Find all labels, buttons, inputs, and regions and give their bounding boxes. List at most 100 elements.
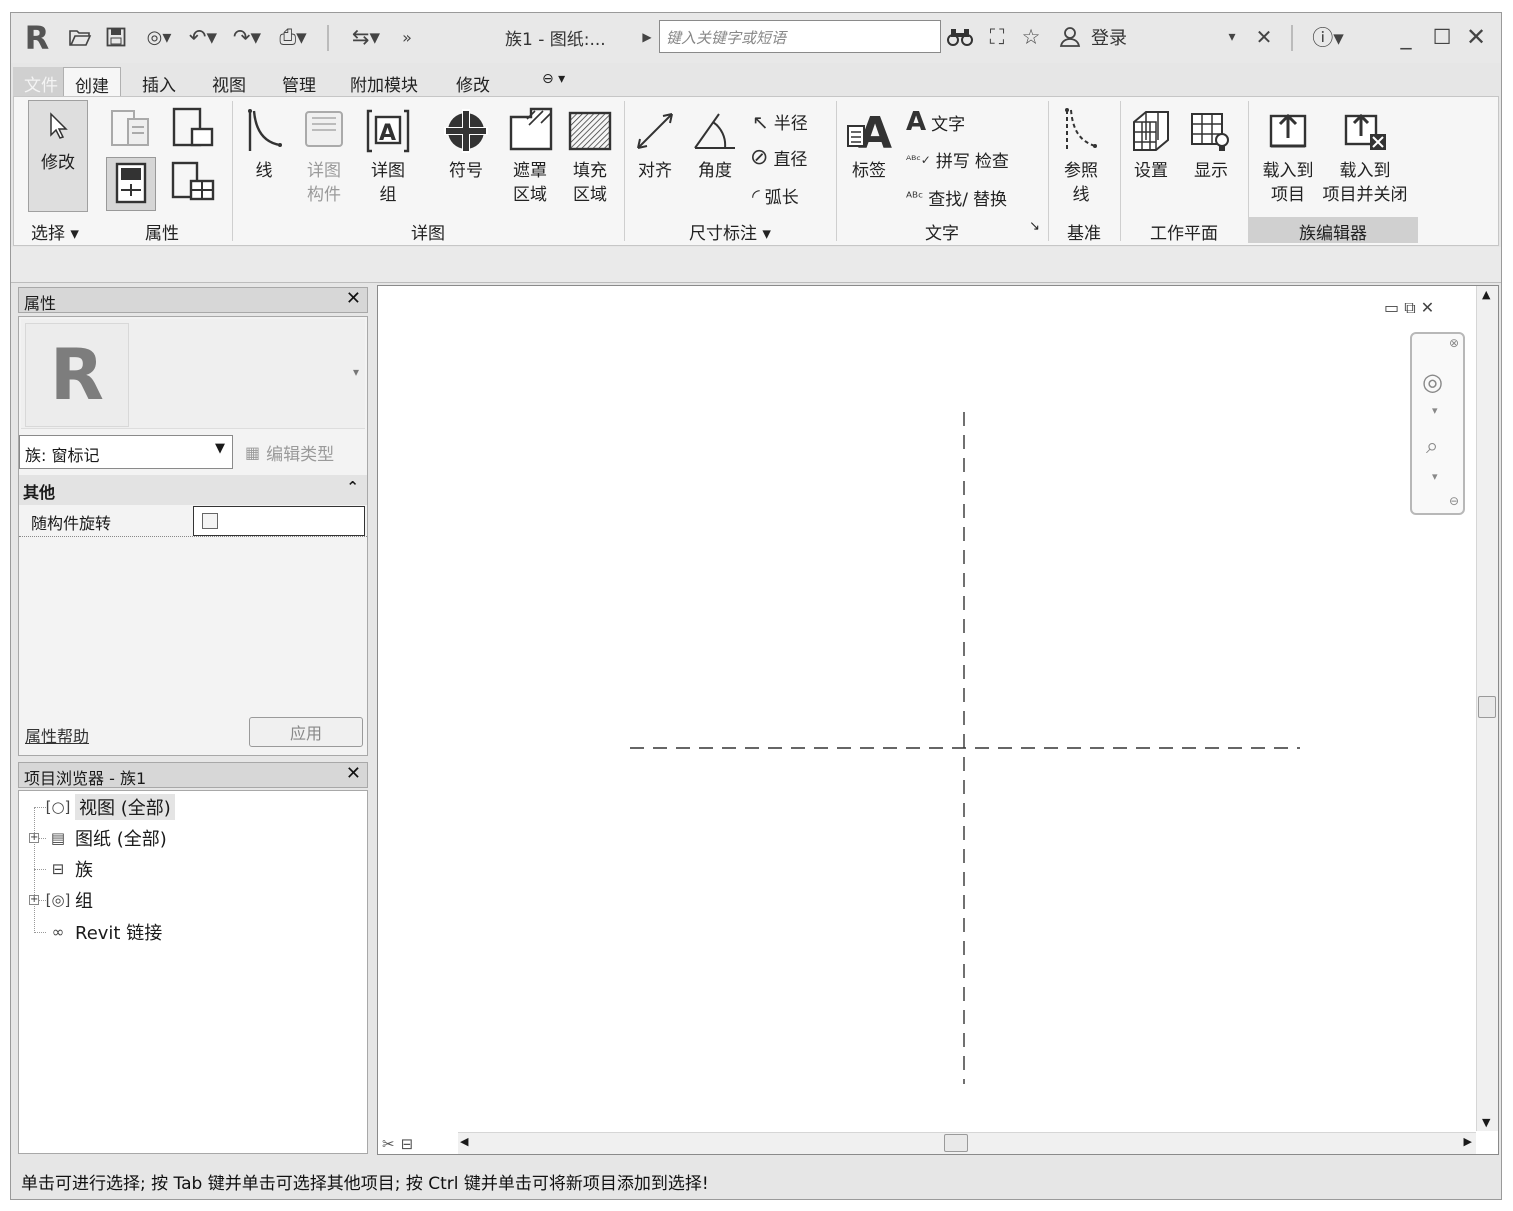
- maximize-icon[interactable]: ☐: [1427, 22, 1457, 52]
- properties-close-icon[interactable]: ✕: [346, 288, 361, 309]
- sheet-view-icon[interactable]: ⊟: [401, 1135, 414, 1153]
- family-types-button[interactable]: [168, 105, 218, 155]
- detail-component-button[interactable]: 详图 构件: [296, 103, 352, 207]
- tree-item-sheets[interactable]: ▤ 图纸 (全部): [47, 823, 167, 853]
- filled-region-button[interactable]: 填充 区域: [562, 103, 618, 207]
- panel-label-dimension[interactable]: 尺寸标注 ▾: [624, 217, 836, 244]
- subscription-icon[interactable]: ⛶: [983, 22, 1011, 52]
- edit-type-button[interactable]: ▦ 编辑类型: [245, 437, 334, 467]
- tab-modify[interactable]: 修改: [445, 67, 501, 97]
- properties-help-link[interactable]: 属性帮助: [25, 723, 89, 747]
- close-icon[interactable]: ✕: [1461, 22, 1491, 52]
- tab-view[interactable]: 视图: [201, 67, 257, 97]
- binoculars-icon[interactable]: [945, 22, 975, 52]
- vertical-scroll-thumb[interactable]: [1478, 696, 1496, 718]
- undo-icon[interactable]: ↶▾: [183, 22, 223, 52]
- expand-search-icon[interactable]: ▶: [639, 22, 655, 52]
- 2d-wheel-dropdown-icon[interactable]: ▾: [1432, 404, 1438, 417]
- dialog-launcher-icon[interactable]: ↘: [1029, 219, 1040, 234]
- print-icon[interactable]: ⎙▾: [273, 22, 313, 52]
- sign-in-link[interactable]: 登录: [1091, 22, 1127, 52]
- radius-dimension-button[interactable]: ↖ 半径: [752, 109, 808, 135]
- line-button[interactable]: 线: [240, 103, 288, 183]
- panel-label-select[interactable]: 选择 ▾: [20, 217, 90, 244]
- show-workplane-label: 显示: [1194, 161, 1228, 181]
- user-icon[interactable]: [1055, 22, 1085, 52]
- search-input[interactable]: 键入关键字或短语: [659, 20, 941, 53]
- reference-line-button[interactable]: 参照 线: [1056, 103, 1106, 207]
- load-and-close-button[interactable]: 载入到 项目并关闭: [1310, 103, 1420, 207]
- favorites-star-icon[interactable]: ☆: [1017, 22, 1045, 52]
- revit-logo-icon[interactable]: R: [21, 19, 53, 57]
- tree-item-revit-links[interactable]: ∞ Revit 链接: [47, 917, 162, 947]
- exchange-apps-icon[interactable]: ✕: [1249, 22, 1279, 52]
- scroll-up-icon[interactable]: ▲: [1482, 288, 1490, 301]
- view-restore-icon[interactable]: ⧉: [1404, 298, 1415, 317]
- more-tools-icon[interactable]: »: [395, 22, 419, 52]
- project-browser-close-icon[interactable]: ✕: [346, 763, 361, 784]
- angular-dimension-button[interactable]: 角度: [690, 103, 740, 183]
- section-other[interactable]: 其他 ⌃: [19, 475, 367, 505]
- sign-in-dropdown-icon[interactable]: ▾: [1223, 22, 1241, 52]
- drawing-canvas[interactable]: ▭ ⧉ ✕ ⊗ ◎ ▾ ⌕ ▾ ⊖ ▲ ▼ ◀ ▶ ✂ ⊟: [377, 285, 1499, 1155]
- 2d-wheel-icon[interactable]: ◎: [1422, 368, 1443, 396]
- param-value-cell[interactable]: [193, 506, 365, 536]
- zoom-icon[interactable]: ⌕: [1426, 434, 1438, 459]
- apply-button[interactable]: 应用: [249, 717, 363, 747]
- horizontal-scroll-thumb[interactable]: [944, 1134, 968, 1152]
- type-preview-dropdown-icon[interactable]: ▾: [353, 365, 359, 379]
- tab-create[interactable]: 创建: [63, 67, 121, 97]
- modify-button[interactable]: 修改: [28, 100, 88, 212]
- minimize-icon[interactable]: _: [1391, 22, 1421, 52]
- find-label: 查找/: [928, 190, 968, 210]
- diameter-icon: ⊘: [750, 145, 769, 170]
- tree-item-groups[interactable]: [◎] 组: [46, 885, 93, 915]
- show-workplane-button[interactable]: 显示: [1186, 103, 1236, 183]
- text-button[interactable]: A 文字: [906, 107, 965, 137]
- scroll-right-icon[interactable]: ▶: [1464, 1135, 1472, 1148]
- help-icon[interactable]: ⓘ▾: [1303, 22, 1353, 52]
- type-preview[interactable]: R ▾: [21, 319, 365, 429]
- tab-addins[interactable]: 附加模块: [339, 67, 429, 97]
- tab-insert[interactable]: 插入: [131, 67, 187, 97]
- tree-item-label: 图纸 (全部): [75, 829, 167, 850]
- expand-groups-icon[interactable]: +: [29, 895, 39, 905]
- view-minimize-icon[interactable]: ▭: [1384, 298, 1399, 317]
- tab-manage[interactable]: 管理: [271, 67, 327, 97]
- find-replace-button[interactable]: ᴬᴮᶜ 查找/ 替换: [906, 185, 1007, 211]
- diameter-dimension-button[interactable]: ⊘ 直径: [750, 145, 807, 170]
- set-workplane-button[interactable]: 设置: [1126, 103, 1176, 183]
- zoom-dropdown-icon[interactable]: ▾: [1432, 470, 1438, 483]
- spelling-button[interactable]: ᴬᴮᶜ✓ 拼写 检查: [906, 147, 1009, 172]
- expand-sheets-icon[interactable]: +: [29, 833, 39, 843]
- family-params-button[interactable]: [106, 157, 156, 211]
- symbol-button[interactable]: 符号: [438, 103, 494, 183]
- redo-icon[interactable]: ↷▾: [227, 22, 267, 52]
- rotate-with-component-checkbox[interactable]: [202, 513, 218, 529]
- label-button[interactable]: A 标签: [844, 103, 894, 183]
- visual-style-icon[interactable]: ✂: [382, 1135, 395, 1153]
- sync-icon[interactable]: ◎▾: [139, 22, 179, 52]
- arc-length-dimension-button[interactable]: ◜ 弧长: [752, 183, 799, 209]
- shared-params-button[interactable]: [168, 159, 218, 209]
- nav-bar-options-icon[interactable]: ⊖: [1449, 494, 1459, 508]
- detail-group-button[interactable]: A 详图 组: [358, 103, 418, 207]
- save-icon[interactable]: [103, 22, 129, 52]
- masking-region-button[interactable]: 遮罩 区域: [502, 103, 558, 207]
- tab-file[interactable]: 文件: [13, 67, 69, 97]
- nav-bar-close-icon[interactable]: ⊗: [1449, 336, 1459, 350]
- ribbon-minimize-icon[interactable]: ⊖ ▾: [531, 67, 576, 97]
- aligned-dimension-button[interactable]: 对齐: [630, 103, 680, 183]
- scroll-down-icon[interactable]: ▼: [1482, 1116, 1490, 1129]
- view-close-icon[interactable]: ✕: [1421, 298, 1434, 317]
- family-category-button[interactable]: [106, 105, 156, 155]
- tree-item-views[interactable]: [○] 视图 (全部): [46, 792, 175, 822]
- tree-item-families[interactable]: ⊟ 族: [47, 854, 93, 884]
- measure-icon[interactable]: ⇆▾: [341, 22, 391, 52]
- scroll-left-icon[interactable]: ◀: [460, 1135, 468, 1148]
- navigation-bar: ⊗ ◎ ▾ ⌕ ▾ ⊖: [1410, 332, 1465, 515]
- open-icon[interactable]: [67, 22, 93, 52]
- vertical-scrollbar[interactable]: ▲ ▼: [1476, 286, 1498, 1131]
- type-selector[interactable]: 族: 窗标记 ▼: [19, 435, 233, 469]
- horizontal-scrollbar[interactable]: ◀ ▶: [458, 1132, 1476, 1154]
